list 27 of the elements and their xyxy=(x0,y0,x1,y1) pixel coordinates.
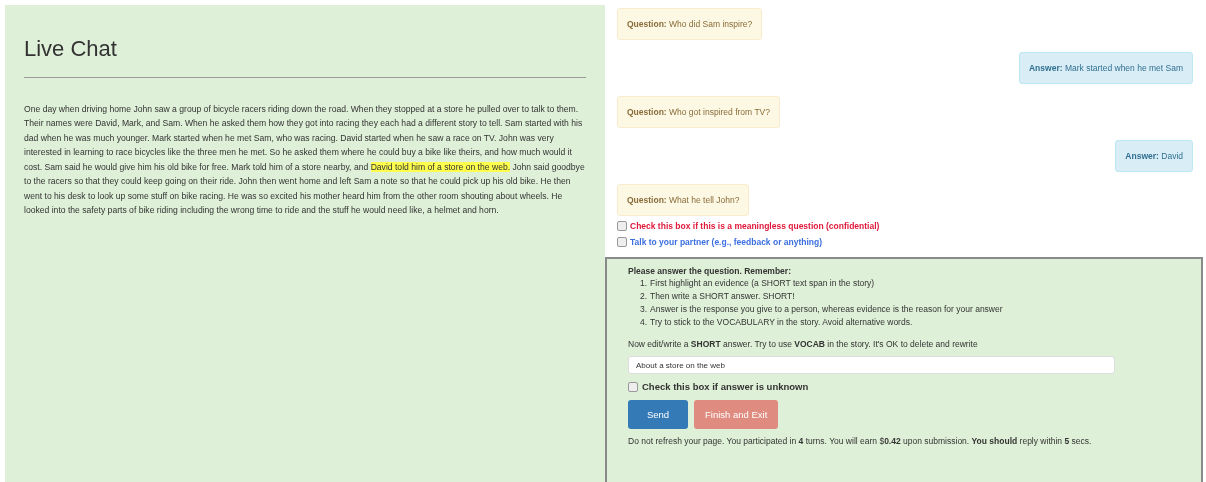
checkbox-label: Talk to your partner (e.g., feedback or anything) xyxy=(630,236,823,249)
question-bubble: Question: What he tell John? xyxy=(617,184,750,216)
list-number: 3. xyxy=(640,303,648,316)
send-button[interactable]: Send xyxy=(628,400,688,429)
instruction-text: Then write a SHORT answer. SHORT! xyxy=(650,290,795,303)
answer-prompt: Now edit/write a SHORT answer. Try to use VOCAB in the story. It's OK to delete and rewrite xyxy=(628,338,979,350)
checkbox-label: Check this box if answer is unknown xyxy=(642,381,809,393)
list-number: 2. xyxy=(640,290,648,303)
checkbox-label: Check this box if this is a meaningless question (confidential) xyxy=(630,220,880,233)
question-bubble: Question: Who got inspired from TV? xyxy=(617,96,780,128)
highlighted-evidence: David told him of a store on the web. xyxy=(370,161,511,172)
story-text: One day when driving home John saw a group of bicycle racers riding down the road. When they stopped at a store he pulled over to talk to them. Their names were David, Mark, and Sam. When he asked them how they got into racing they each had a different story to tell. Sam started with his dad when he was much younger. Mark started when he met Sam, who was racing. David started when he saw a race on TV. John was very interested in learning to race bicycles like the three men he met. So he asked them where he could buy a bike like theirs, and how much would it cost. Sam said he would give him his old bike for free. Mark told him of a store nearby, and David told him of a store on the web. John said goodbye to the racers so that they could keep going on their ride. John then went home and left Sam a note so that he could pick up his old bike. He then went to his desk to look up some stuff on bike racing. He was so excited his mother heard him from the other room shouting about wheels. He looked into the safety parts of bike riding including the wrong time to ride and the stuff he would need like, a helmet and horn. xyxy=(24,102,586,217)
instruction-text: Try to stick to the VOCABULARY in the story. Avoid alternative words. xyxy=(650,316,913,329)
instruction-text: Answer is the response you give to a person, whereas evidence is the reason for your answer xyxy=(650,303,1003,316)
page-title: Live Chat xyxy=(24,35,586,78)
answer-bubble: Answer: Mark started when he met Sam xyxy=(1019,52,1193,84)
instructions-heading: Please answer the question. Remember: xyxy=(628,265,792,277)
answer-bubble: Answer: David xyxy=(1115,140,1193,172)
answer-input[interactable]: About a store on the web xyxy=(628,356,1115,374)
list-number: 1. xyxy=(640,277,648,290)
list-number: 4. xyxy=(640,316,648,329)
checkbox[interactable] xyxy=(617,237,627,247)
checkbox[interactable] xyxy=(617,221,627,231)
question-bubble: Question: Who did Sam inspire? xyxy=(617,8,763,40)
checkbox[interactable] xyxy=(628,382,638,392)
instruction-text: First highlight an evidence (a SHORT text span in the story) xyxy=(650,277,875,290)
status-text: Do not refresh your page. You participated in 4 turns. You will earn $0.42 upon submission. You should reply within 5 secs. xyxy=(628,435,1093,447)
